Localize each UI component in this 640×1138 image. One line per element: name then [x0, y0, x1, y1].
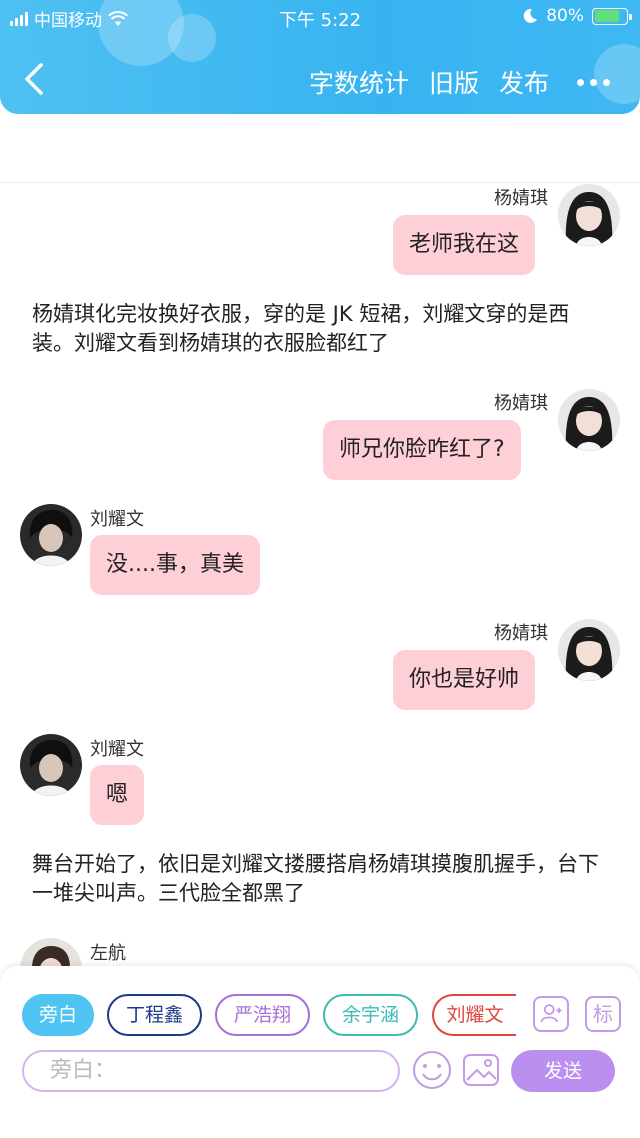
- tag-icon[interactable]: 标: [585, 996, 621, 1032]
- battery-percent: 80%: [546, 6, 584, 26]
- avatar-liu[interactable]: [20, 734, 82, 796]
- emoji-icon[interactable]: [412, 1050, 452, 1090]
- divider: [0, 182, 640, 183]
- message-bubble: 老师我在这: [393, 215, 536, 275]
- moon-icon: [523, 8, 538, 23]
- app-header: 中国移动 下午 5:22 80% 字数统计 旧版 发布: [0, 0, 640, 114]
- message-input[interactable]: 旁白：: [22, 1050, 400, 1092]
- role-chip-yu[interactable]: 余宇涵: [323, 994, 418, 1036]
- message-bubble: 你也是好帅: [393, 650, 536, 710]
- sender-name: 刘耀文: [90, 509, 144, 530]
- more-icon[interactable]: [577, 78, 610, 86]
- avatar-yang[interactable]: [558, 184, 620, 246]
- message-bubble: 没....事，真美: [90, 535, 260, 595]
- battery-icon: [592, 7, 632, 25]
- sender-name: 杨婧琪: [494, 188, 548, 209]
- send-button[interactable]: 发送: [511, 1050, 615, 1092]
- narration-text: 杨婧琪化完妆换好衣服，穿的是 JK 短裙，刘耀文穿的是西装。刘耀文看到杨婧琪的衣…: [32, 302, 570, 355]
- role-chip-liu[interactable]: 刘耀文: [432, 994, 516, 1036]
- publish-button[interactable]: 发布: [499, 64, 549, 100]
- back-icon[interactable]: [22, 62, 46, 96]
- role-chip-ding[interactable]: 丁程鑫: [107, 994, 202, 1036]
- sender-name: 刘耀文: [90, 739, 144, 760]
- old-version-button[interactable]: 旧版: [429, 64, 479, 100]
- avatar-yang[interactable]: [558, 389, 620, 451]
- sender-name: 杨婧琪: [494, 393, 548, 414]
- message-bubble: 嗯: [90, 765, 145, 825]
- sender-name: 左航: [90, 943, 126, 964]
- image-icon[interactable]: [461, 1050, 501, 1090]
- word-count-button[interactable]: 字数统计: [309, 64, 409, 100]
- role-chip-yan[interactable]: 严浩翔: [215, 994, 310, 1036]
- avatar-yang[interactable]: [558, 619, 620, 681]
- nav-actions: 字数统计 旧版 发布: [309, 64, 610, 100]
- status-bar: 中国移动 下午 5:22 80%: [0, 0, 640, 34]
- narration-text: 舞台开始了，依旧是刘耀文搂腰搭肩杨婧琪摸腹肌握手，台下一堆尖叫声。三代脸全都黑了: [32, 852, 599, 905]
- role-chip-narrator[interactable]: 旁白: [22, 994, 94, 1036]
- sender-name: 杨婧琪: [494, 623, 548, 644]
- avatar-liu[interactable]: [20, 504, 82, 566]
- add-role-icon[interactable]: [533, 996, 569, 1032]
- message-bubble: 师兄你脸咋红了?: [323, 420, 521, 480]
